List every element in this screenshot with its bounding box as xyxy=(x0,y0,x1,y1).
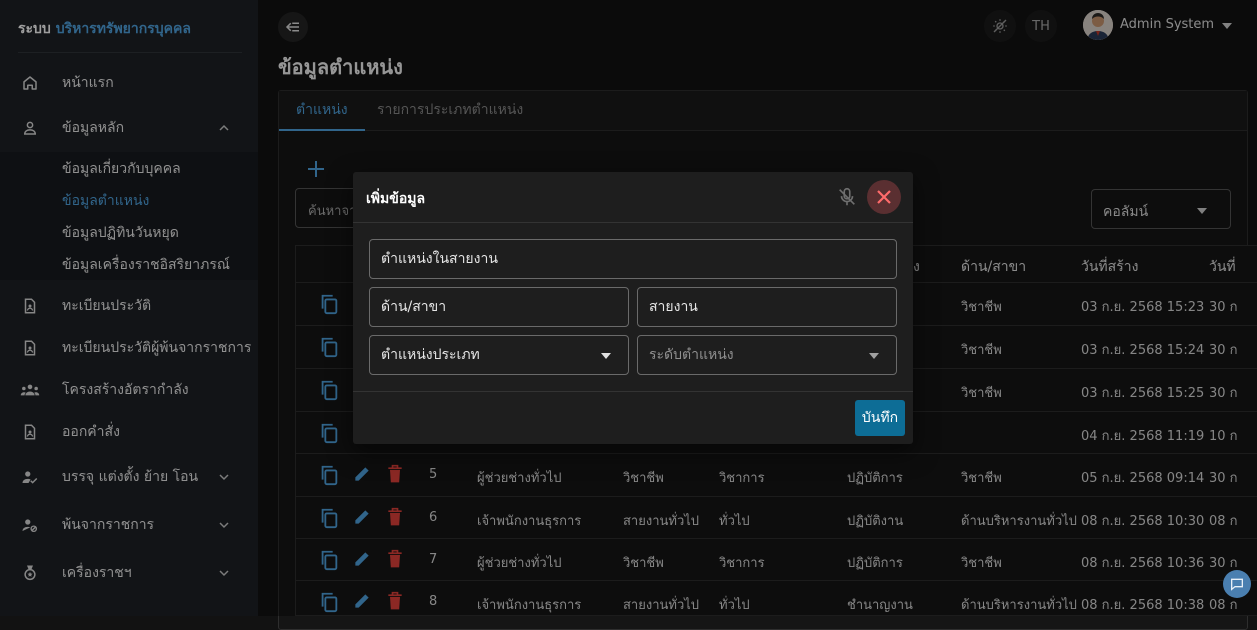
add-data-dialog: เพิ่มข้อมูล ตำแหน่งในสายงาน ด้าน/สาขา สา… xyxy=(353,172,913,444)
close-icon xyxy=(877,190,891,204)
close-dialog-button[interactable] xyxy=(867,180,901,214)
dialog-divider xyxy=(353,391,913,392)
field-value: ด้าน/สาขา xyxy=(381,299,447,315)
position-level-select[interactable]: ระดับตำแหน่ง xyxy=(637,335,897,375)
dialog-title: เพิ่มข้อมูล xyxy=(366,191,426,207)
chat-button[interactable] xyxy=(1223,570,1251,598)
position-in-line-field[interactable]: ตำแหน่งในสายงาน xyxy=(369,239,897,279)
field-value: ตำแหน่งในสายงาน xyxy=(381,251,498,267)
line-field[interactable]: สายงาน xyxy=(637,287,897,327)
save-button[interactable]: บันทึก xyxy=(855,400,905,436)
caret-down-icon xyxy=(869,353,879,359)
branch-field[interactable]: ด้าน/สาขา xyxy=(369,287,629,327)
field-value: สายงาน xyxy=(649,299,698,315)
caret-down-icon xyxy=(601,353,611,359)
field-value: ตำแหน่งประเภท xyxy=(381,347,480,363)
dialog-divider xyxy=(353,222,913,223)
field-placeholder: ระดับตำแหน่ง xyxy=(649,347,734,363)
mic-off-icon[interactable] xyxy=(836,186,858,208)
position-type-select[interactable]: ตำแหน่งประเภท xyxy=(369,335,629,375)
chat-icon xyxy=(1231,578,1243,591)
